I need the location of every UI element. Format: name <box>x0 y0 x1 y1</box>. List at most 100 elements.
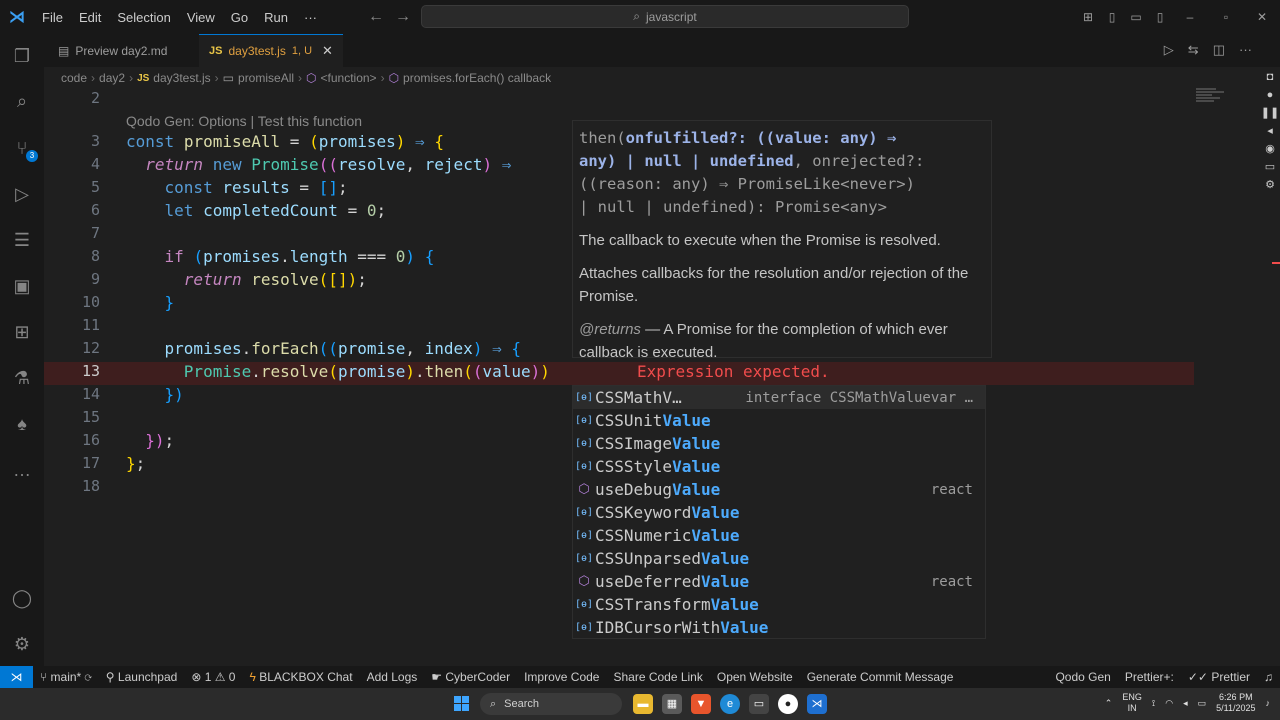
more-actions-icon[interactable]: ··· <box>1239 42 1252 58</box>
preview-icon: ▤ <box>58 43 70 58</box>
back-arrow-icon[interactable]: ← <box>368 8 384 26</box>
problems-count[interactable]: ⊗ 1 ⚠ 0 <box>184 670 242 684</box>
toggle-sidebar-icon[interactable]: ▯ <box>1100 0 1124 34</box>
settings-gear-icon[interactable]: ⚙ <box>1260 176 1280 194</box>
taskbar-search[interactable]: ⌕ Search <box>480 693 622 715</box>
suggestion-item[interactable]: [ɵ] CSSNumericValue <box>573 524 985 547</box>
menu-view[interactable]: View <box>179 10 223 25</box>
breadcrumb-promiseall[interactable]: promiseAll <box>238 71 294 85</box>
share-code-link[interactable]: Share Code Link <box>606 670 709 684</box>
windows-start-icon[interactable] <box>454 696 470 712</box>
prettier-plus[interactable]: Prettier+: <box>1118 670 1181 684</box>
vscode-taskbar-icon[interactable]: ⋊ <box>807 694 827 714</box>
menu-selection[interactable]: Selection <box>109 10 178 25</box>
tab-day3test[interactable]: JS day3test.js 1, U ✕ <box>199 34 343 67</box>
notifications-bell-icon[interactable]: ♫ <box>1257 670 1280 684</box>
run-debug-icon[interactable]: ▷ <box>10 182 34 206</box>
accounts-icon[interactable]: ◯ <box>10 586 34 610</box>
minimize-icon[interactable]: – <box>1172 0 1208 34</box>
webcam-icon[interactable]: ◉ <box>1260 140 1280 158</box>
close-tab-icon[interactable]: ✕ <box>322 43 333 59</box>
suggestion-item[interactable]: ⬡ useDeferredValue react <box>573 570 985 593</box>
window-icon[interactable]: ▭ <box>1260 158 1280 176</box>
prettier[interactable]: ✓✓ Prettier <box>1181 670 1257 684</box>
breadcrumb-file[interactable]: day3test.js <box>153 71 210 85</box>
suggest-widget: [ɵ] CSSMathV… interface CSSMathValuevar …[… <box>572 385 986 639</box>
suggestion-item[interactable]: [ɵ] CSSStyleValue <box>573 455 985 478</box>
breadcrumb-function[interactable]: <function> <box>321 71 377 85</box>
close-window-icon[interactable]: ✕ <box>1244 0 1280 34</box>
pause-icon[interactable]: ❚❚ <box>1260 104 1280 122</box>
wifi-icon[interactable]: ◠ <box>1165 698 1173 709</box>
cybercoder[interactable]: ☛ CyberCoder <box>424 670 517 684</box>
record-icon[interactable]: ● <box>1260 86 1280 104</box>
tray-chevron-icon[interactable]: ⌃ <box>1105 698 1113 709</box>
suggestion-item[interactable]: [ɵ] CSSKeywordValue <box>573 501 985 524</box>
toggle-panel-icon[interactable]: ▭ <box>1124 0 1148 34</box>
symbol-icon: [ɵ] <box>574 438 594 449</box>
menu-go[interactable]: Go <box>223 10 256 25</box>
search-view-icon[interactable]: ⌕ <box>10 89 34 113</box>
brave-browser-icon[interactable]: ▼ <box>691 694 711 714</box>
testing-icon[interactable]: ⚗ <box>10 366 34 390</box>
qodo-gen[interactable]: Qodo Gen <box>1048 670 1117 684</box>
forward-arrow-icon[interactable]: → <box>395 8 411 26</box>
suggestion-item[interactable]: [ɵ] CSSUnparsedValue <box>573 547 985 570</box>
minimap[interactable] <box>1196 88 1228 108</box>
vpn-icon[interactable]: ⟟ <box>1152 698 1155 709</box>
line-number: 14 <box>81 385 100 403</box>
improve-code[interactable]: Improve Code <box>517 670 606 684</box>
camera-icon[interactable]: ◘ <box>1260 68 1280 86</box>
blackbox-chat[interactable]: ϟ BLACKBOX Chat <box>242 670 359 684</box>
suggestion-item[interactable]: [ɵ] CSSMathV… interface CSSMathValuevar … <box>573 386 985 409</box>
menu-run[interactable]: Run <box>256 10 296 25</box>
more-views-icon[interactable]: … <box>10 458 34 482</box>
launchpad[interactable]: ⚲ Launchpad <box>99 670 185 684</box>
maximize-icon[interactable]: ▫ <box>1208 0 1244 34</box>
database-icon[interactable]: ☰ <box>10 228 34 252</box>
run-file-icon[interactable]: ▷ <box>1164 42 1174 58</box>
generate-commit-message[interactable]: Generate Commit Message <box>800 670 961 684</box>
speaker-icon[interactable]: ◂ <box>1183 698 1188 709</box>
extensions-icon[interactable]: ⊞ <box>10 320 34 344</box>
edge-browser-icon[interactable]: e <box>720 694 740 714</box>
breadcrumb-code[interactable]: code <box>61 71 87 85</box>
suggestion-item[interactable]: ⬡ useDebugValue react <box>573 478 985 501</box>
notification-bell-icon[interactable]: ♪ <box>1266 698 1271 708</box>
store-icon[interactable]: ▦ <box>662 694 682 714</box>
explorer-icon[interactable]: ❐ <box>10 44 34 68</box>
tab-preview-day2[interactable]: ▤ Preview day2.md <box>48 34 177 67</box>
git-branch[interactable]: ⑂ main* ⟳ <box>33 670 99 684</box>
suggestion-item[interactable]: [ɵ] CSSUnitValue <box>573 409 985 432</box>
settings-gear-icon[interactable]: ⚙ <box>10 632 34 656</box>
symbol-icon: [ɵ] <box>574 530 594 541</box>
add-logs[interactable]: Add Logs <box>360 670 425 684</box>
open-website[interactable]: Open Website <box>710 670 800 684</box>
remote-indicator-icon[interactable]: ⋊ <box>0 666 33 688</box>
file-explorer-icon[interactable]: ▬ <box>633 694 653 714</box>
menu-edit[interactable]: Edit <box>71 10 109 25</box>
split-editor-icon[interactable]: ◫ <box>1213 42 1225 58</box>
command-center-search[interactable]: ⌕ javascript <box>421 5 909 28</box>
menu-file[interactable]: File <box>34 10 71 25</box>
volume-icon[interactable]: ◂ <box>1260 122 1280 140</box>
symbol-icon: [ɵ] <box>574 415 594 426</box>
suggestion-item[interactable]: [ɵ] CSSImageValue <box>573 432 985 455</box>
toggle-secondary-sidebar-icon[interactable]: ▯ <box>1148 0 1172 34</box>
terminal-icon[interactable]: ▭ <box>749 694 769 714</box>
breadcrumb-day2[interactable]: day2 <box>99 71 125 85</box>
battery-icon[interactable]: ▭ <box>1198 698 1207 709</box>
clock[interactable]: 6:26 PM 5/11/2025 <box>1216 692 1255 714</box>
app-icon[interactable]: ● <box>778 694 798 714</box>
menu-more[interactable]: ··· <box>296 10 325 25</box>
compare-icon[interactable]: ⇆ <box>1188 42 1199 58</box>
search-icon: ⌕ <box>490 697 497 710</box>
customize-layout-icon[interactable]: ⊞ <box>1076 0 1100 34</box>
input-language[interactable]: ENG IN <box>1122 692 1142 714</box>
suggestion-item[interactable]: [ɵ] IDBCursorWithValue <box>573 616 985 639</box>
codelens-qodo[interactable]: Qodo Gen: Options | Test this function <box>126 113 362 129</box>
extension-leaf-icon[interactable]: ♠ <box>10 412 34 436</box>
suggestion-item[interactable]: [ɵ] CSSTransformValue <box>573 593 985 616</box>
remote-explorer-icon[interactable]: ▣ <box>10 274 34 298</box>
breadcrumb-callback[interactable]: promises.forEach() callback <box>403 71 551 85</box>
